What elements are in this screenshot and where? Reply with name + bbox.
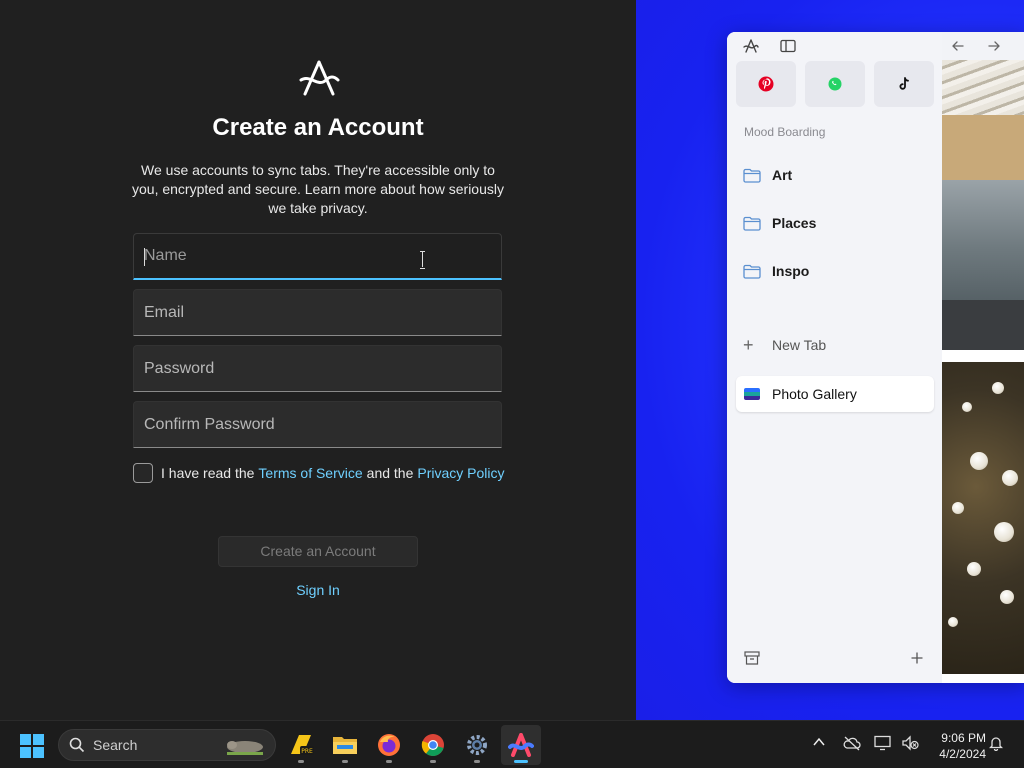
aerial-beach-photo[interactable] — [942, 60, 1024, 350]
page-title: Create an Account — [212, 114, 424, 141]
back-arrow-icon[interactable] — [950, 39, 966, 53]
plus-icon: + — [743, 335, 754, 355]
text-caret — [144, 248, 145, 266]
taskbar-app-photoshop-pre[interactable]: PRE — [281, 725, 321, 765]
tab-photo-gallery[interactable]: Photo Gallery — [736, 376, 934, 412]
folder-places[interactable]: Places — [743, 211, 816, 235]
privacy-description: We use accounts to sync tabs. They're ac… — [132, 162, 504, 216]
clock-date: 4/2/2024 — [939, 747, 986, 761]
name-input[interactable] — [134, 234, 501, 278]
taskbar-clock[interactable]: 9:06 PM 4/2/2024 — [928, 730, 986, 762]
forward-arrow-icon[interactable] — [986, 39, 1002, 53]
windows-start-icon[interactable] — [20, 734, 44, 758]
space-label: Mood Boarding — [744, 125, 826, 139]
windows-taskbar: Search PRE 9:06 PM 4/2/2024 — [0, 720, 1024, 768]
folder-inspo[interactable]: Inspo — [743, 259, 809, 283]
svg-text:PRE: PRE — [301, 748, 313, 755]
signup-panel: Create an Account We use accounts to syn… — [0, 0, 636, 720]
email-field[interactable] — [133, 289, 502, 336]
network-display-icon[interactable] — [874, 735, 892, 751]
settings-icon — [467, 735, 487, 755]
terms-checkbox[interactable] — [133, 463, 153, 483]
new-tab-button[interactable]: + New Tab — [743, 335, 827, 355]
taskbar-app-settings[interactable] — [457, 725, 497, 765]
password-field[interactable] — [133, 345, 502, 392]
sign-in-link[interactable]: Sign In — [0, 582, 636, 598]
folder-icon — [743, 264, 761, 279]
chevron-up-icon[interactable] — [812, 735, 826, 749]
firefox-icon — [378, 734, 400, 756]
folder-icon — [743, 168, 761, 183]
folder-label: Art — [772, 167, 793, 183]
confirm-password-field[interactable] — [133, 401, 502, 448]
folder-label: Inspo — [772, 263, 810, 279]
arc-logo-icon — [299, 60, 340, 96]
ibeam-cursor-icon — [420, 251, 426, 269]
file-explorer-icon — [333, 737, 357, 754]
archive-icon[interactable] — [744, 651, 760, 665]
pinterest-icon — [758, 76, 774, 92]
create-account-button[interactable]: Create an Account — [218, 536, 418, 567]
folder-label: Places — [772, 215, 817, 231]
name-field[interactable] — [133, 233, 502, 280]
terms-middle: and the — [366, 465, 414, 481]
terms-of-service-link[interactable]: Terms of Service — [258, 465, 362, 481]
search-icon — [69, 737, 85, 753]
clock-time: 9:06 PM — [941, 731, 986, 745]
privacy-policy-link[interactable]: Privacy Policy — [417, 465, 504, 481]
favorite-tiktok[interactable] — [874, 61, 934, 107]
volume-muted-icon[interactable] — [901, 735, 919, 751]
taskbar-search-box[interactable]: Search — [58, 729, 276, 761]
search-placeholder: Search — [93, 737, 138, 753]
photoshop-pre-icon: PRE — [291, 735, 314, 755]
taskbar-app-file-explorer[interactable] — [325, 725, 365, 765]
taskbar-app-chrome[interactable] — [413, 725, 453, 765]
password-input[interactable] — [134, 346, 501, 391]
arc-browser-window: Mood Boarding Art Places Inspo + New Tab — [727, 32, 1024, 683]
confirm-password-input[interactable] — [134, 402, 501, 447]
folder-art[interactable]: Art — [743, 163, 792, 187]
new-tab-label: New Tab — [772, 337, 827, 353]
email-input[interactable] — [134, 290, 501, 335]
favorite-whatsapp[interactable] — [805, 61, 865, 107]
sidebar-toggle-icon[interactable] — [780, 39, 796, 53]
onedrive-offline-icon[interactable] — [843, 735, 861, 751]
arc-logo-icon[interactable] — [743, 39, 759, 53]
lights-tree-photo[interactable] — [942, 362, 1024, 674]
arc-browser-icon — [508, 733, 534, 757]
terms-prefix: I have read the — [161, 465, 255, 481]
whatsapp-icon — [828, 77, 842, 91]
search-highlight-icon — [227, 741, 263, 755]
notification-bell-icon[interactable] — [989, 735, 1003, 751]
plus-icon[interactable] — [910, 651, 924, 665]
terms-row: I have read the Terms of Service and the… — [133, 462, 509, 484]
tab-favicon — [744, 388, 760, 400]
tiktok-icon — [899, 77, 909, 90]
taskbar-app-firefox[interactable] — [369, 725, 409, 765]
chrome-icon — [421, 734, 444, 756]
favorite-pinterest[interactable] — [736, 61, 796, 107]
taskbar-app-arc[interactable] — [501, 725, 541, 765]
arc-sidebar: Mood Boarding Art Places Inspo + New Tab — [727, 32, 1000, 683]
tab-label: Photo Gallery — [772, 386, 857, 402]
folder-icon — [743, 216, 761, 231]
photo-gallery-content — [942, 60, 1024, 683]
